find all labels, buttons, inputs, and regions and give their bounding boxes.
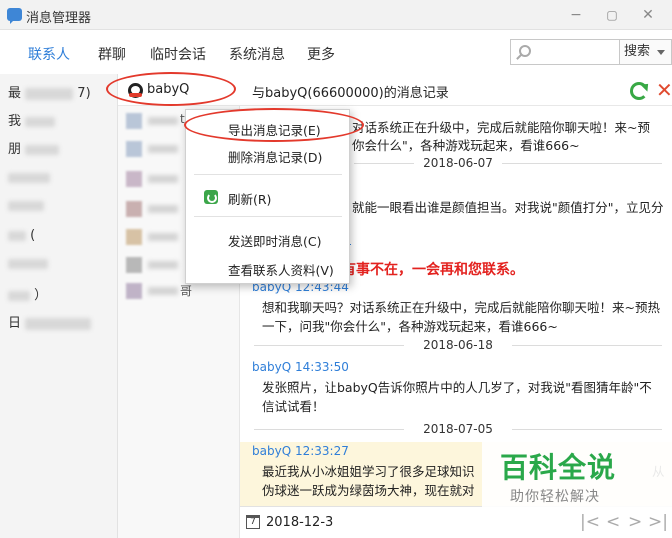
chevron-down-icon[interactable] (657, 50, 665, 55)
menu-divider (194, 174, 342, 175)
list-item[interactable]: 朋 (8, 138, 60, 157)
watermark-title: 百科全说 (500, 451, 617, 484)
date-divider: 2018-06-18 (254, 338, 662, 352)
penguin-icon (128, 83, 143, 98)
message-text: 对话系统正在升级中，完成后就能陪你聊天啦！来~预 (352, 120, 650, 135)
list-item[interactable] (8, 256, 48, 271)
message-text: 想和我聊天吗？对话系统正在升级中，完成后就能陪你聊天啦！来~预热一下，问我"你会… (262, 300, 660, 334)
message-text: 伪球迷一跃成为绿茵场大神，现在就对 (262, 483, 475, 498)
tab-temp-sessions[interactable]: 临时会话 (150, 44, 206, 64)
minimize-button[interactable]: − (566, 5, 586, 25)
current-date[interactable]: 2018-12-3 (266, 515, 333, 530)
category-list: 最 7) 我 朋 ( ） 日 (0, 74, 118, 538)
list-item[interactable]: 日 (8, 312, 92, 331)
list-item[interactable]: ( (8, 228, 35, 243)
menu-item-view-profile[interactable]: 查看联系人资料(V) (228, 260, 334, 279)
avatar (126, 171, 142, 187)
refresh-icon[interactable] (630, 82, 648, 100)
message-header: babyQ 与babyQ(66600000)的消息记录 ✕ (118, 74, 672, 106)
list-item[interactable]: 最 7) (8, 82, 91, 101)
avatar (126, 201, 142, 217)
date-divider: 2018-07-05 (254, 422, 662, 436)
date-bar: 7 2018-12-3 |< < > >| (240, 506, 672, 538)
title-bar: 消息管理器 − ▢ ✕ (0, 0, 672, 30)
message-text: 最近我从小冰姐姐学习了很多足球知识 (262, 464, 475, 479)
avatar (126, 283, 142, 299)
next-page-button[interactable]: > (628, 512, 642, 532)
first-page-button[interactable]: |< (580, 512, 600, 532)
refresh-icon (204, 190, 218, 204)
message-sender: babyQ 12:33:27 (252, 444, 349, 458)
prev-page-button[interactable]: < (606, 512, 620, 532)
search-icon (519, 45, 531, 57)
search-box[interactable] (510, 39, 620, 65)
nav-bar: 联系人 群聊 临时会话 系统消息 更多 搜索 (0, 30, 672, 74)
menu-item-delete[interactable]: 删除消息记录(D) (228, 147, 322, 166)
search-button-label: 搜索 (624, 44, 651, 59)
close-record-button[interactable]: ✕ (656, 78, 672, 102)
chat-bubble-icon (7, 8, 22, 24)
context-menu: 导出消息记录(E) 删除消息记录(D) 刷新(R) 发送即时消息(C) 查看联系… (185, 109, 350, 284)
list-item[interactable] (8, 198, 44, 213)
list-item[interactable]: ） (8, 284, 47, 303)
avatar (126, 229, 142, 245)
menu-item-send-instant[interactable]: 发送即时消息(C) (228, 231, 321, 250)
window-title: 消息管理器 (26, 11, 92, 26)
close-window-button[interactable]: ✕ (638, 5, 658, 25)
menu-item-refresh[interactable]: 刷新(R) (228, 189, 271, 208)
calendar-icon[interactable]: 7 (246, 515, 260, 529)
avatar (126, 141, 142, 157)
watermark-subtitle: 助你轻松解决 (510, 489, 600, 505)
message-sender: babyQ 14:33:50 (252, 360, 349, 374)
avatar (126, 113, 142, 129)
menu-divider (194, 216, 342, 217)
list-item[interactable]: 我 (8, 110, 56, 129)
avatar (126, 257, 142, 273)
tab-groups[interactable]: 群聊 (98, 44, 126, 64)
contact-name: babyQ (147, 82, 190, 97)
watermark: 百科全说 助你轻松解决 (482, 440, 672, 510)
restore-button[interactable]: ▢ (602, 5, 622, 25)
list-item[interactable] (8, 170, 50, 185)
search-input[interactable] (537, 42, 617, 62)
record-title: 与babyQ(66600000)的消息记录 (252, 86, 449, 101)
auto-reply-text: 有事不在，一会再和您联系。 (342, 262, 524, 278)
tab-more[interactable]: 更多 (307, 44, 335, 64)
menu-item-export[interactable]: 导出消息记录(E) (228, 120, 321, 139)
message-text: 发张照片，让babyQ告诉你照片中的人几岁了，对我说"看图猜年龄"不信试试看！ (262, 380, 652, 414)
message-text: 就能一眼看出谁是颜值担当。对我说"颜值打分"，立见分 (352, 200, 664, 215)
message-text: 你会什么"，各种游戏玩起来，看谁666~ (352, 138, 580, 153)
tab-contacts[interactable]: 联系人 (28, 44, 70, 64)
last-page-button[interactable]: >| (648, 512, 668, 532)
tab-system-messages[interactable]: 系统消息 (229, 44, 285, 64)
search-button[interactable]: 搜索 (620, 39, 672, 65)
